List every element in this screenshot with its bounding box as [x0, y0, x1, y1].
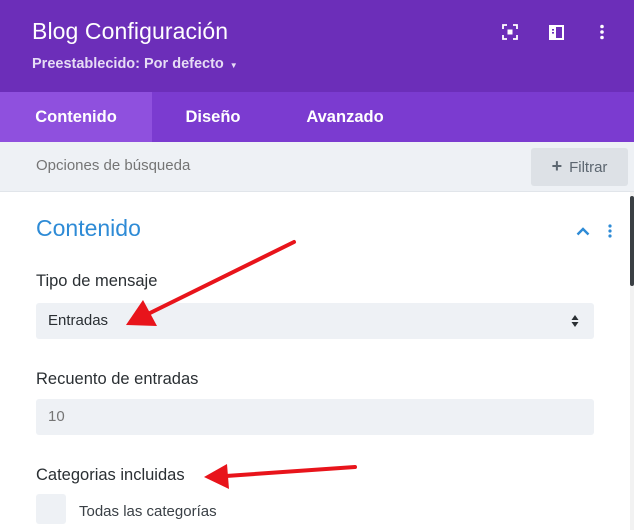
tab-contenido[interactable]: Contenido [0, 92, 152, 142]
preset-selector[interactable]: Preestablecido: Por defecto ▼ [32, 56, 238, 72]
post-type-value: Entradas [48, 312, 109, 329]
search-input[interactable] [36, 157, 496, 174]
filter-button[interactable]: + Filtrar [531, 148, 628, 186]
post-count-label: Recuento de entradas [36, 370, 199, 388]
plus-icon: + [551, 156, 563, 176]
categories-label: Categorias incluidas [36, 466, 185, 484]
focus-icon[interactable] [500, 22, 520, 42]
section-title[interactable]: Contenido [36, 215, 141, 242]
annotation-arrow-categories [204, 464, 357, 489]
scrollbar-thumb[interactable] [630, 196, 634, 286]
post-type-select[interactable]: Entradas [36, 303, 594, 339]
settings-tabs: Contenido Diseño Avanzado [0, 92, 634, 142]
post-type-label: Tipo de mensaje [36, 272, 158, 290]
all-categories-label[interactable]: Todas las categorías [79, 503, 217, 520]
section-more-icon[interactable] [604, 222, 616, 240]
all-categories-checkbox[interactable] [36, 494, 66, 524]
chevron-up-icon[interactable] [574, 222, 592, 240]
header-actions [500, 22, 612, 42]
split-view-icon[interactable] [546, 22, 566, 42]
settings-header: Blog Configuración Preestablecido: Por d… [0, 0, 634, 92]
select-arrows-icon [570, 312, 580, 330]
filter-label: Filtrar [569, 158, 608, 176]
preset-label: Preestablecido: Por defecto [32, 56, 224, 72]
post-count-input[interactable] [48, 408, 568, 425]
tab-avanzado[interactable]: Avanzado [274, 92, 416, 142]
tab-diseno[interactable]: Diseño [152, 92, 274, 142]
module-title: Blog Configuración [32, 18, 229, 44]
post-count-field [36, 399, 594, 435]
caret-down-icon: ▼ [229, 60, 238, 70]
more-vertical-icon[interactable] [592, 22, 612, 42]
